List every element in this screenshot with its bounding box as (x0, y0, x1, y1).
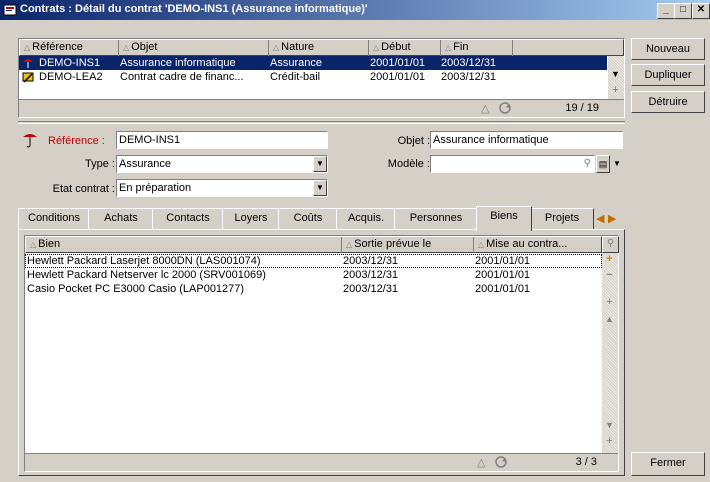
contract-reference: DEMO-INS1 (39, 57, 101, 69)
contract-debut: 2001/01/01 (370, 71, 426, 83)
leasing-icon (21, 70, 37, 88)
column-header-sortie[interactable]: △ Sortie prévue le (341, 237, 478, 253)
dropdown-arrow-icon[interactable]: ▼ (608, 68, 623, 83)
add-icon[interactable]: + (608, 84, 623, 99)
tab-loyers[interactable]: Loyers (222, 208, 280, 230)
tab-scroll-left-icon[interactable]: ◀ (596, 212, 604, 225)
asset-sortie: 2003/12/31 (343, 283, 399, 295)
assets-list-header: △ Bien △ Sortie prévue le △ Mise au contra.… (25, 236, 602, 253)
asset-sortie: 2003/12/31 (343, 269, 399, 281)
contract-row[interactable]: DEMO-LEA2 Contrat cadre de financ... Cré… (19, 70, 607, 84)
search-icon[interactable]: ⚲ (602, 236, 619, 253)
asset-row[interactable]: Hewlett Packard Laserjet 8000DN (LAS0010… (25, 254, 602, 268)
close-window-button[interactable]: ✕ (692, 3, 710, 19)
column-header-reference[interactable]: △ Référence (20, 40, 122, 56)
tab-projets[interactable]: Projets (530, 208, 594, 230)
column-header-debut[interactable]: △ Début (368, 40, 445, 56)
tab-biens[interactable]: Biens (476, 206, 532, 231)
duplicate-button[interactable]: Dupliquer (631, 64, 705, 86)
tab-strip: Conditions Achats Contacts Loyers Coûts … (18, 206, 625, 231)
expand-icon[interactable]: + (602, 296, 617, 311)
etat-select[interactable]: En préparation ▼ (116, 179, 328, 197)
type-select[interactable]: Assurance ▼ (116, 155, 328, 173)
column-header-empty (512, 40, 614, 56)
remove-icon[interactable]: − (602, 269, 617, 284)
refresh-icon[interactable] (493, 455, 509, 472)
asset-mise: 2001/01/01 (475, 269, 531, 281)
form-icon[interactable]: ▤ (596, 155, 610, 173)
asset-name: Casio Pocket PC E3000 Casio (LAP001277) (27, 283, 245, 295)
reference-label: Référence : (48, 135, 105, 147)
contract-objet: Contrat cadre de financ... (120, 71, 244, 83)
column-header-mise[interactable]: △ Mise au contra... (473, 237, 588, 253)
minimize-button[interactable]: _ (657, 3, 675, 19)
contracts-list-footer: △ 19 / 19 (19, 99, 624, 117)
contract-nature: Crédit-bail (270, 71, 321, 83)
add-icon[interactable]: + (602, 253, 617, 268)
search-icon[interactable]: ⚲ (584, 156, 591, 172)
asset-sortie: 2003/12/31 (343, 255, 399, 267)
contract-fin: 2003/12/31 (441, 71, 497, 83)
sort-triangle-icon: △ (481, 103, 490, 115)
tab-scroll-right-icon[interactable]: ▶ (608, 212, 616, 225)
delete-button[interactable]: Détruire (631, 91, 705, 113)
refresh-icon[interactable] (497, 101, 513, 118)
tab-personnes[interactable]: Personnes (394, 208, 478, 230)
tab-acquis[interactable]: Acquis. (336, 208, 396, 230)
new-button[interactable]: Nouveau (631, 38, 705, 60)
asset-name: Hewlett Packard Laserjet 8000DN (LAS0010… (27, 255, 261, 267)
title-bar[interactable]: Contrats : Détail du contrat 'DEMO-INS1 … (0, 0, 710, 20)
modele-field[interactable]: ⚲ (430, 155, 595, 173)
contract-objet: Assurance informatique (120, 57, 236, 69)
asset-mise: 2001/01/01 (475, 255, 531, 267)
contracts-list-header: △ Référence △ Objet △ Nature △ Début △ Fin (19, 39, 624, 56)
close-button[interactable]: Fermer (631, 452, 705, 476)
column-header-nature[interactable]: △ Nature (268, 40, 373, 56)
contracts-vertical-scrollbar[interactable]: ▼ + (608, 56, 624, 99)
tab-contacts[interactable]: Contacts (152, 208, 224, 230)
asset-row[interactable]: Hewlett Packard Netserver lc 2000 (SRV00… (25, 268, 602, 282)
contract-row[interactable]: DEMO-INS1 Assurance informatique Assuran… (19, 56, 607, 70)
asset-name: Hewlett Packard Netserver lc 2000 (SRV00… (27, 269, 266, 281)
chevron-down-icon[interactable]: ▼ (313, 156, 327, 172)
chevron-down-icon[interactable]: ▼ (313, 180, 327, 196)
chevron-down-icon[interactable]: ▼ (611, 155, 623, 173)
etat-label: Etat contrat : (52, 183, 115, 195)
assets-count: 3 / 3 (575, 456, 597, 468)
tab-couts[interactable]: Coûts (278, 208, 338, 230)
objet-label: Objet : (397, 135, 430, 147)
column-header-bien[interactable]: △ Bien (26, 237, 345, 253)
assets-list-footer: △ 3 / 3 (25, 453, 618, 471)
modele-label: Modèle : (387, 158, 430, 170)
sort-triangle-icon: △ (477, 457, 486, 469)
contract-fin: 2003/12/31 (441, 57, 497, 69)
contract-nature: Assurance (270, 57, 322, 69)
tab-conditions[interactable]: Conditions (18, 208, 90, 230)
column-header-objet[interactable]: △ Objet (118, 40, 273, 56)
type-label: Type : (85, 158, 115, 170)
tab-achats[interactable]: Achats (88, 208, 154, 230)
window-title: Contrats : Détail du contrat 'DEMO-INS1 … (20, 3, 368, 15)
splitter[interactable] (18, 121, 625, 124)
scroll-up-icon[interactable]: ▲ (602, 313, 617, 328)
contracts-count: 19 / 19 (565, 102, 599, 114)
assets-vertical-scrollbar[interactable]: ⚲ + − + ▲ ▼ + (602, 236, 619, 453)
asset-mise: 2001/01/01 (475, 283, 531, 295)
expand-icon[interactable]: + (602, 435, 617, 450)
reference-field[interactable]: DEMO-INS1 (116, 131, 328, 149)
scroll-down-icon[interactable]: ▼ (602, 419, 617, 434)
contract-debut: 2001/01/01 (370, 57, 426, 69)
maximize-button[interactable]: □ (674, 3, 692, 19)
column-header-fin[interactable]: △ Fin (440, 40, 517, 56)
asset-row[interactable]: Casio Pocket PC E3000 Casio (LAP001277) … (25, 282, 602, 296)
app-icon (3, 3, 17, 17)
objet-field[interactable]: Assurance informatique (430, 131, 623, 149)
assets-list[interactable]: △ Bien △ Sortie prévue le △ Mise au contra.… (24, 235, 619, 472)
reference-icon (22, 133, 38, 152)
contracts-list[interactable]: △ Référence △ Objet △ Nature △ Début △ Fin DE… (18, 38, 625, 118)
contract-reference: DEMO-LEA2 (39, 71, 103, 83)
